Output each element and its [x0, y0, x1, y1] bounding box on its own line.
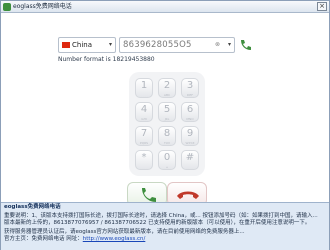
key-2[interactable]: 2 ABC	[158, 78, 176, 98]
key-digit: 2	[163, 80, 171, 91]
key-letters: DEF	[187, 93, 193, 97]
key-digit: #	[185, 152, 195, 163]
clear-icon[interactable]: ⊗	[215, 40, 220, 50]
title-bar: eoglass免费网络电话 ×	[1, 1, 329, 13]
china-flag-icon	[62, 42, 70, 48]
notice-text: 获得服务器管理员认证后，请eoglass官方网站获取最新版本，请在目前使用网络的…	[4, 229, 245, 235]
key-digit: 4	[140, 104, 148, 115]
number-format-hint: Number format is 18219453880	[58, 56, 155, 63]
notice-homepage-line: 官方主页：免费网络电话 网址：http://www.eoglass.cn/	[4, 236, 145, 243]
dialer-panel: China ▾ 8639628055O5 ⊗ ▾ Number format i…	[1, 14, 329, 206]
key-hash[interactable]: #	[181, 150, 199, 170]
key-digit: 6	[186, 104, 194, 115]
app-icon	[3, 3, 11, 11]
key-9[interactable]: 9 WXYZ	[181, 126, 199, 146]
country-select[interactable]: China ▾	[58, 37, 116, 53]
homepage-link[interactable]: http://www.eoglass.cn/	[83, 236, 146, 242]
app-window: eoglass免费网络电话 × China ▾ 8639628055O5 ⊗ ▾…	[0, 0, 330, 250]
key-5[interactable]: 5 JKL	[158, 102, 176, 122]
notice-text: 版本最新的上传的，8613877076957 / 861387706522 已支…	[4, 220, 311, 226]
key-letters: +	[165, 165, 169, 169]
chevron-down-icon[interactable]: ▾	[228, 41, 231, 48]
key-1[interactable]: 1	[135, 78, 153, 98]
key-digit: 5	[163, 104, 171, 115]
phone-number-value: 8639628055O5	[123, 40, 192, 50]
key-6[interactable]: 6 MNO	[181, 102, 199, 122]
key-letters: TUV	[163, 141, 171, 145]
quick-call-button[interactable]	[238, 37, 254, 53]
key-letters: JKL	[164, 117, 170, 121]
phone-icon	[241, 40, 251, 50]
key-letters: MNO	[186, 117, 194, 121]
key-digit: 8	[163, 128, 171, 139]
country-name: China	[72, 41, 92, 49]
key-digit: 3	[186, 80, 194, 91]
key-digit: 7	[140, 128, 148, 139]
key-letters: GHI	[141, 117, 147, 121]
key-digit: 9	[186, 128, 194, 139]
key-digit: 0	[163, 152, 171, 163]
notice-title: eoglass免费网络电话	[4, 204, 61, 210]
key-7[interactable]: 7 PQRS	[135, 126, 153, 146]
keypad: 1 2 ABC 3 DEF 4 GHI 5 JKL 6 MNO 7 PQRS 8 TUV 9 W…	[129, 72, 205, 176]
key-letters: PQRS	[139, 141, 149, 145]
key-8[interactable]: 8 TUV	[158, 126, 176, 146]
window-title: eoglass免费网络电话	[13, 3, 72, 10]
dial-row: China ▾ 8639628055O5 ⊗ ▾	[58, 37, 258, 55]
chevron-down-icon: ▾	[108, 41, 112, 48]
key-0[interactable]: 0 +	[158, 150, 176, 170]
key-letters: WXYZ	[185, 141, 195, 145]
key-4[interactable]: 4 GHI	[135, 102, 153, 122]
key-digit: 1	[140, 80, 148, 91]
phone-number-input[interactable]: 8639628055O5 ⊗ ▾	[119, 37, 235, 53]
notice-panel: eoglass免费网络电话 重要说明：1、该版本支持拨打国际长途，拨打国际长途时…	[1, 202, 329, 250]
key-star[interactable]: *	[135, 150, 153, 170]
homepage-label: 官方主页：免费网络电话 网址：	[4, 236, 83, 242]
key-letters: ABC	[163, 93, 171, 97]
key-digit: *	[141, 152, 147, 163]
close-button[interactable]: ×	[317, 2, 327, 11]
notice-text: 重要说明：1、该版本支持拨打国际长途，拨打国际长途时，请选择 China，或..…	[4, 213, 318, 219]
key-3[interactable]: 3 DEF	[181, 78, 199, 98]
